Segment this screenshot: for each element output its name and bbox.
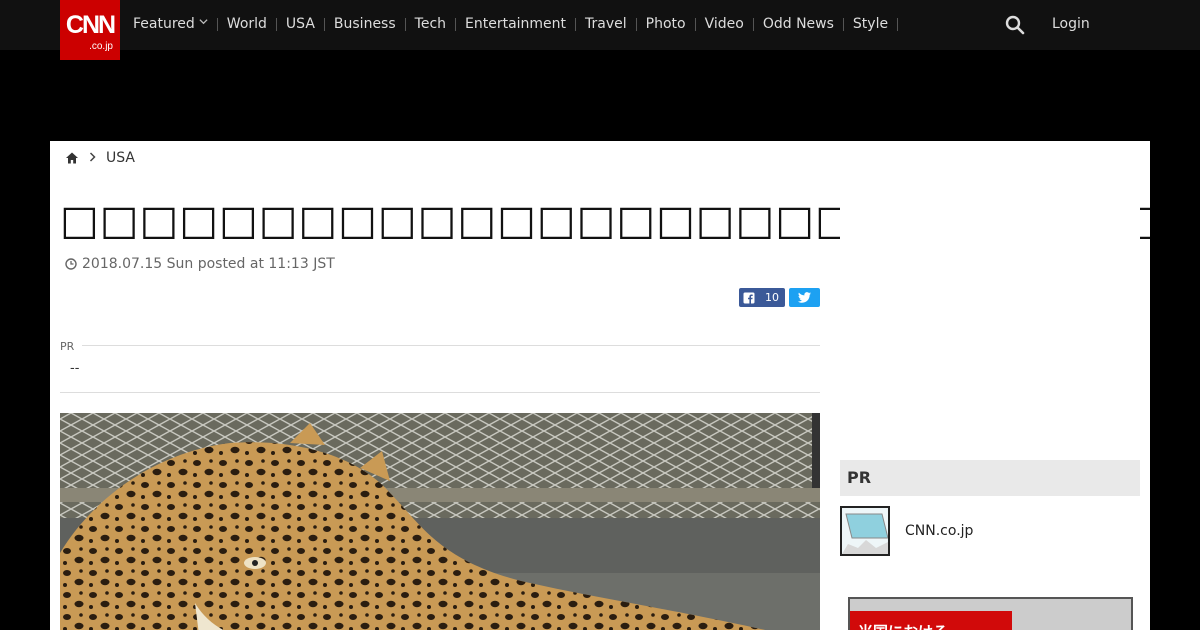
search-icon[interactable] — [1005, 15, 1025, 35]
content-area: USA □□□□□□□□□□□□□□□□□□□□□□□□□□□□□□□□□ 20… — [50, 141, 1150, 630]
logo-subtext: .co.jp — [89, 41, 113, 52]
nav-item-business[interactable]: Business — [325, 15, 406, 32]
nav-item-label: Entertainment — [465, 15, 567, 32]
nav-item-label: Featured — [133, 15, 195, 32]
sidebar-banner[interactable]: 米国における — [848, 597, 1133, 630]
breadcrumb-section[interactable]: USA — [106, 150, 135, 166]
home-icon[interactable] — [65, 151, 79, 165]
twitter-share-button[interactable] — [789, 288, 820, 307]
nav-item-label: World — [226, 15, 267, 32]
nav-item-usa[interactable]: USA — [277, 15, 325, 32]
facebook-icon — [743, 292, 755, 304]
nav-item-entertainment[interactable]: Entertainment — [456, 15, 577, 32]
breadcrumb: USA — [65, 150, 135, 166]
logo-text: CNN — [65, 11, 116, 39]
clock-icon — [65, 258, 77, 270]
nav-item-featured[interactable]: Featured — [133, 15, 218, 32]
nav-item-label: Photo — [645, 15, 686, 32]
article-photo — [60, 413, 820, 630]
nav-item-video[interactable]: Video — [696, 15, 754, 32]
sidebar-item-label: CNN.co.jp — [905, 523, 974, 539]
nav-item-travel[interactable]: Travel — [576, 15, 637, 32]
nav-item-label: Travel — [585, 15, 627, 32]
nav-item-label: Style — [852, 15, 889, 32]
share-buttons: 10 — [739, 288, 820, 307]
nav-item-label: Odd News — [762, 15, 834, 32]
facebook-share-button[interactable]: 10 — [739, 288, 785, 307]
ad-placeholder — [840, 141, 1140, 451]
banner-text: 米国における — [850, 611, 1012, 630]
nav-item-style[interactable]: Style — [844, 15, 899, 32]
top-navigation-bar: Featured World USA Business Tech Enterta… — [0, 0, 1200, 50]
pr-label: PR — [60, 340, 75, 353]
pr-value: -- — [70, 361, 80, 376]
twitter-icon — [798, 288, 811, 307]
date-text: 2018.07.15 Sun posted at 11:13 JST — [82, 256, 335, 272]
divider — [82, 345, 820, 346]
login-link[interactable]: Login — [1052, 16, 1090, 32]
facebook-share-count: 10 — [765, 291, 779, 304]
pr-block: PR -- — [60, 336, 820, 393]
nav-item-label: Business — [333, 15, 396, 32]
nav-item-label: Tech — [414, 15, 447, 32]
sidebar-pr-heading: PR — [840, 460, 1140, 496]
nav-item-photo[interactable]: Photo — [637, 15, 696, 32]
cnn-logo[interactable]: CNN .co.jp — [60, 0, 120, 60]
main-nav: Featured World USA Business Tech Enterta… — [133, 14, 899, 34]
thumbnail-image — [840, 506, 890, 556]
nav-item-odd-news[interactable]: Odd News — [754, 15, 844, 32]
article-date: 2018.07.15 Sun posted at 11:13 JST — [65, 256, 335, 272]
nav-item-world[interactable]: World — [218, 15, 277, 32]
chevron-right-icon — [89, 151, 96, 165]
sidebar-pr-item[interactable]: CNN.co.jp — [840, 506, 973, 556]
chevron-down-icon — [199, 17, 208, 31]
nav-item-label: Video — [704, 15, 744, 32]
nav-item-label: USA — [285, 15, 315, 32]
nav-item-tech[interactable]: Tech — [406, 15, 457, 32]
